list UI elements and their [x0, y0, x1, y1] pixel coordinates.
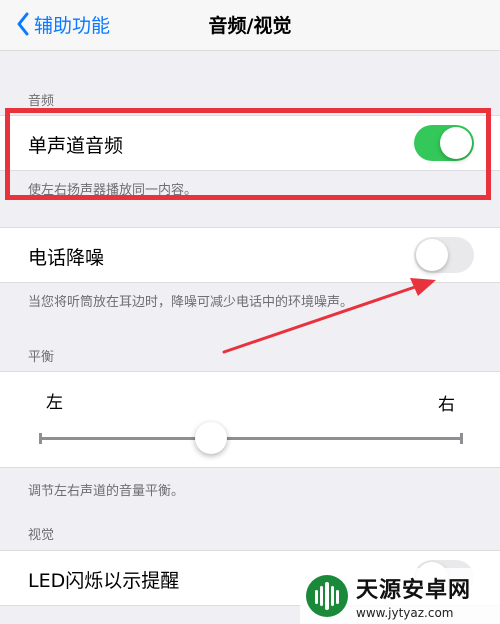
watermark-logo-icon — [306, 575, 348, 617]
watermark-name: 天源安卓网 — [356, 578, 472, 603]
annotation-arrow — [222, 278, 436, 354]
watermark-url: www.jytyaz.com — [356, 606, 454, 620]
watermark: 天源安卓网 www.jytyaz.com — [300, 568, 500, 624]
